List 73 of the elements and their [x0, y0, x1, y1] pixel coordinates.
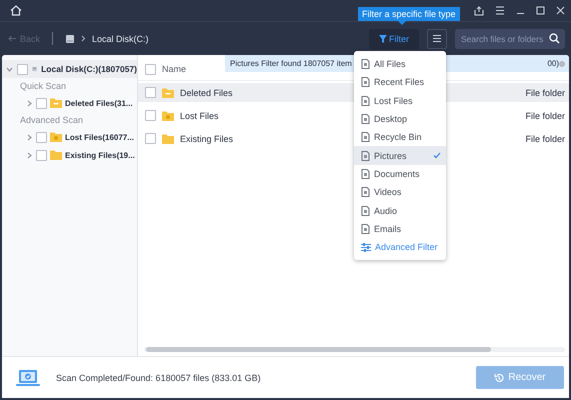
arrow-left-icon: [8, 35, 17, 42]
file-type: File folder: [525, 110, 565, 120]
section-heading: Quick Scan: [19, 80, 68, 93]
menu-item[interactable]: Emails: [354, 220, 446, 238]
drive-icon: [65, 34, 76, 44]
file-icon: [361, 59, 370, 70]
list-menu-button[interactable]: [427, 28, 447, 48]
notice-text: 00): [547, 59, 559, 68]
history-icon: [494, 372, 504, 382]
checkbox[interactable]: [17, 64, 28, 74]
file-name: Existing Files: [180, 134, 234, 144]
file-name: Lost Files: [180, 110, 219, 120]
column-header[interactable]: Name: [162, 64, 186, 74]
menu-item[interactable]: Documents: [354, 164, 446, 184]
folder-icon: [50, 132, 62, 142]
file-icon: [361, 206, 370, 216]
folder-icon: [162, 110, 174, 120]
breadcrumb[interactable]: Local Disk(C:): [92, 34, 149, 44]
chevron-icon[interactable]: [26, 134, 33, 140]
file-icon: [361, 224, 370, 234]
file-icon: [361, 114, 370, 124]
menu-item[interactable]: Pictures: [354, 146, 446, 165]
file-type: File folder: [525, 134, 565, 144]
checkbox[interactable]: [145, 133, 156, 144]
tree-item[interactable]: Lost Files(16077...: [65, 132, 134, 142]
folder-icon: [50, 150, 62, 160]
file-icon: [361, 168, 370, 179]
file-type: File folder: [525, 88, 565, 98]
file-icon: [361, 150, 370, 161]
chevron-icon[interactable]: [6, 66, 13, 72]
menu-item[interactable]: All Files: [354, 55, 446, 74]
status-text: Scan Completed/Found: 6180057 files (833.01 GB): [56, 372, 261, 382]
folder-icon: [50, 98, 62, 108]
menu-item[interactable]: Audio: [354, 201, 446, 220]
folder-icon: [162, 88, 174, 98]
checkbox[interactable]: [36, 132, 47, 142]
search-field[interactable]: Search files or folders: [455, 28, 565, 48]
filter-button[interactable]: Filter: [369, 28, 419, 48]
menu-icon: [433, 35, 441, 42]
menu-item[interactable]: Desktop: [354, 110, 446, 128]
checkbox[interactable]: [145, 64, 156, 74]
checkbox[interactable]: [145, 110, 156, 121]
laptop-icon: [15, 368, 41, 388]
tree-item[interactable]: Local Disk(C:)(1807057): [2, 60, 137, 78]
folder-icon: [162, 134, 174, 144]
check-icon: [433, 152, 441, 160]
menu-icon[interactable]: [495, 6, 505, 15]
export-icon[interactable]: [474, 6, 484, 16]
scrollbar[interactable]: [144, 347, 565, 352]
chevron-icon[interactable]: [26, 100, 33, 106]
section-heading: Advanced Scan: [19, 114, 84, 127]
menu-item[interactable]: Videos: [354, 183, 446, 202]
file-icon: [361, 77, 370, 88]
notice-text: Pictures Filter found 1807057 item: [230, 59, 353, 68]
file-icon: [361, 96, 370, 106]
checkbox[interactable]: [36, 98, 47, 108]
tree-item[interactable]: Existing Files(19...: [65, 150, 135, 160]
drive-icon: [32, 64, 38, 74]
tree-item[interactable]: Deleted Files(31...: [65, 98, 133, 108]
sliders-icon: [361, 242, 371, 252]
maximize-icon[interactable]: [536, 6, 545, 15]
menu-item[interactable]: Recycle Bin: [354, 128, 446, 146]
close-icon[interactable]: [556, 6, 565, 15]
file-icon: [361, 187, 370, 198]
chevron-icon[interactable]: [26, 152, 33, 158]
file-icon: [361, 132, 370, 142]
chevron-icon: [81, 35, 86, 42]
search-icon[interactable]: [549, 33, 560, 44]
home-icon[interactable]: [10, 5, 22, 16]
file-name: Deleted Files: [180, 88, 233, 98]
checkbox[interactable]: [36, 150, 47, 160]
funnel-icon: [379, 34, 387, 42]
checkbox[interactable]: [145, 87, 156, 98]
